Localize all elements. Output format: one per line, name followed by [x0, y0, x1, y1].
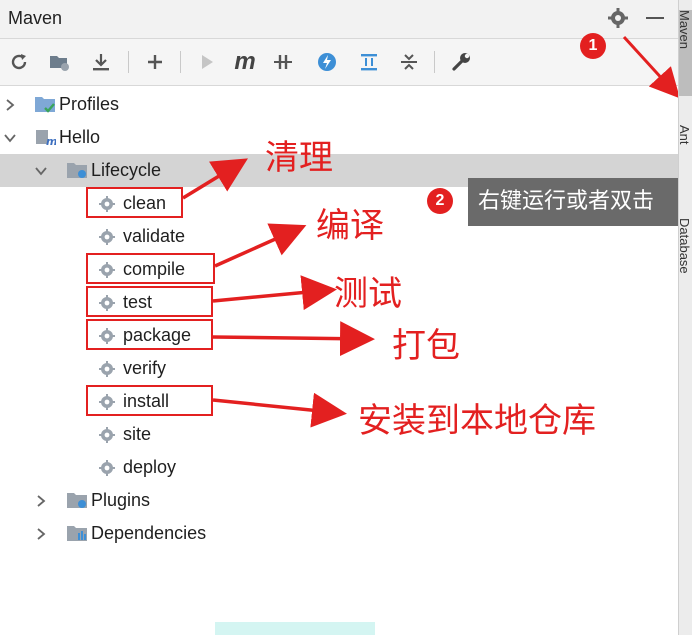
- annotation-compile: 编译: [316, 206, 384, 246]
- side-tab-label: Maven: [679, 10, 692, 50]
- annotation-package: 打包: [392, 326, 460, 366]
- side-tab-database[interactable]: Database: [679, 218, 692, 318]
- side-tab-label: Ant: [679, 125, 692, 145]
- right-tool-strip: Maven Ant Database: [678, 0, 692, 635]
- tooltip-hint: 右键运行或者双击: [468, 178, 678, 226]
- annotation-clean: 清理: [265, 138, 333, 178]
- arrow-install: [212, 392, 347, 428]
- step-badge-2: 2: [427, 188, 453, 214]
- side-tab-ant[interactable]: Ant: [679, 125, 692, 215]
- annotation-arrows: [182, 35, 678, 428]
- annotation-test: 测试: [334, 274, 402, 314]
- watermark-fragment: [215, 622, 375, 635]
- arrow-package: [212, 321, 375, 357]
- arrow-test: [212, 275, 337, 311]
- side-tab-label: Database: [679, 218, 692, 274]
- arrow-compile: [214, 223, 307, 268]
- arrow-clean: [182, 158, 248, 200]
- side-tab-maven[interactable]: Maven: [679, 10, 692, 96]
- annotation-install: 安装到本地仓库: [358, 401, 596, 441]
- maven-tool-window: Maven m Profiles Hello Lifecycle clean v…: [0, 0, 678, 635]
- arrow-maven-tab: [622, 35, 678, 99]
- step-badge-1: 1: [580, 33, 606, 59]
